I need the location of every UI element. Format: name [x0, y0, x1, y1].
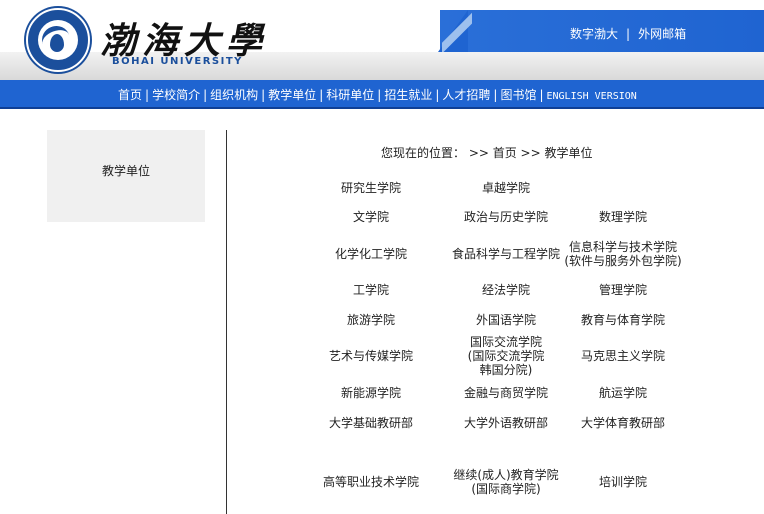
teaching-unit-link[interactable]: 工学院: [301, 283, 441, 297]
teaching-unit-link[interactable]: 研究生学院: [301, 181, 441, 195]
nav-item-6[interactable]: 人才招聘: [442, 86, 490, 103]
top-links-separator: |: [626, 27, 631, 41]
nav-item-7[interactable]: 图书馆: [500, 86, 536, 103]
teaching-unit-link[interactable]: 数理学院: [553, 210, 693, 224]
teaching-unit-link[interactable]: 培训学院: [553, 475, 693, 489]
external-mail-link[interactable]: 外网邮箱: [638, 25, 686, 42]
teaching-unit-link[interactable]: 大学体育教研部: [553, 416, 693, 430]
nav-item-3[interactable]: 教学单位: [268, 86, 316, 103]
teaching-unit-link[interactable]: 卓越学院: [436, 181, 576, 195]
university-name-english: BOHAI UNIVERSITY: [112, 56, 243, 67]
header-slash-decoration: [442, 10, 472, 52]
content-divider: [226, 130, 227, 514]
nav-item-1[interactable]: 学校简介: [152, 86, 200, 103]
teaching-unit-link[interactable]: 新能源学院: [301, 386, 441, 400]
teaching-unit-link[interactable]: 高等职业技术学院: [301, 475, 441, 489]
nav-separator: |: [145, 88, 150, 102]
teaching-unit-link[interactable]: 教育与体育学院: [553, 313, 693, 327]
nav-item-5[interactable]: 招生就业: [384, 86, 432, 103]
teaching-unit-link[interactable]: 管理学院: [553, 283, 693, 297]
university-seal-logo[interactable]: [26, 8, 90, 72]
teaching-unit-link[interactable]: 旅游学院: [301, 313, 441, 327]
teaching-unit-link[interactable]: 信息科学与技术学院 (软件与服务外包学院): [553, 240, 693, 268]
sidebar-title[interactable]: 教学单位: [47, 162, 205, 179]
nav-separator: |: [493, 88, 498, 102]
nav-item-8[interactable]: ENGLISH VERSION: [547, 91, 637, 102]
top-links: 数字渤大 | 外网邮箱: [570, 25, 686, 42]
main-nav: 首页 | 学校简介 | 组织机构 | 教学单位 | 科研单位 | 招生就业 | 人才招聘 | 图书馆 | ENG…: [0, 80, 764, 109]
teaching-unit-link[interactable]: 航运学院: [553, 386, 693, 400]
site-header: 渤海大學 BOHAI UNIVERSITY 数字渤大 | 外网邮箱: [0, 0, 764, 80]
digital-bohai-link[interactable]: 数字渤大: [570, 25, 618, 42]
nav-separator: |: [435, 88, 440, 102]
nav-separator: |: [261, 88, 266, 102]
teaching-unit-link[interactable]: 马克思主义学院: [553, 349, 693, 363]
nav-item-0[interactable]: 首页: [118, 86, 142, 103]
nav-separator: |: [377, 88, 382, 102]
sidebar: 教学单位: [47, 130, 205, 222]
nav-item-4[interactable]: 科研单位: [326, 86, 374, 103]
teaching-unit-link[interactable]: 文学院: [301, 210, 441, 224]
teaching-unit-link[interactable]: 化学化工学院: [301, 247, 441, 261]
nav-items: 首页 | 学校简介 | 组织机构 | 教学单位 | 科研单位 | 招生就业 | 人才招聘 | 图书馆 | ENG…: [118, 86, 637, 103]
seal-drop: [50, 34, 64, 52]
nav-separator: |: [203, 88, 208, 102]
teaching-unit-link[interactable]: 大学基础教研部: [301, 416, 441, 430]
breadcrumb: 您现在的位置： >> 首页 >> 教学单位: [381, 146, 593, 160]
nav-separator: |: [539, 88, 544, 102]
nav-item-2[interactable]: 组织机构: [210, 86, 258, 103]
teaching-unit-link[interactable]: 艺术与传媒学院: [301, 349, 441, 363]
nav-separator: |: [319, 88, 324, 102]
